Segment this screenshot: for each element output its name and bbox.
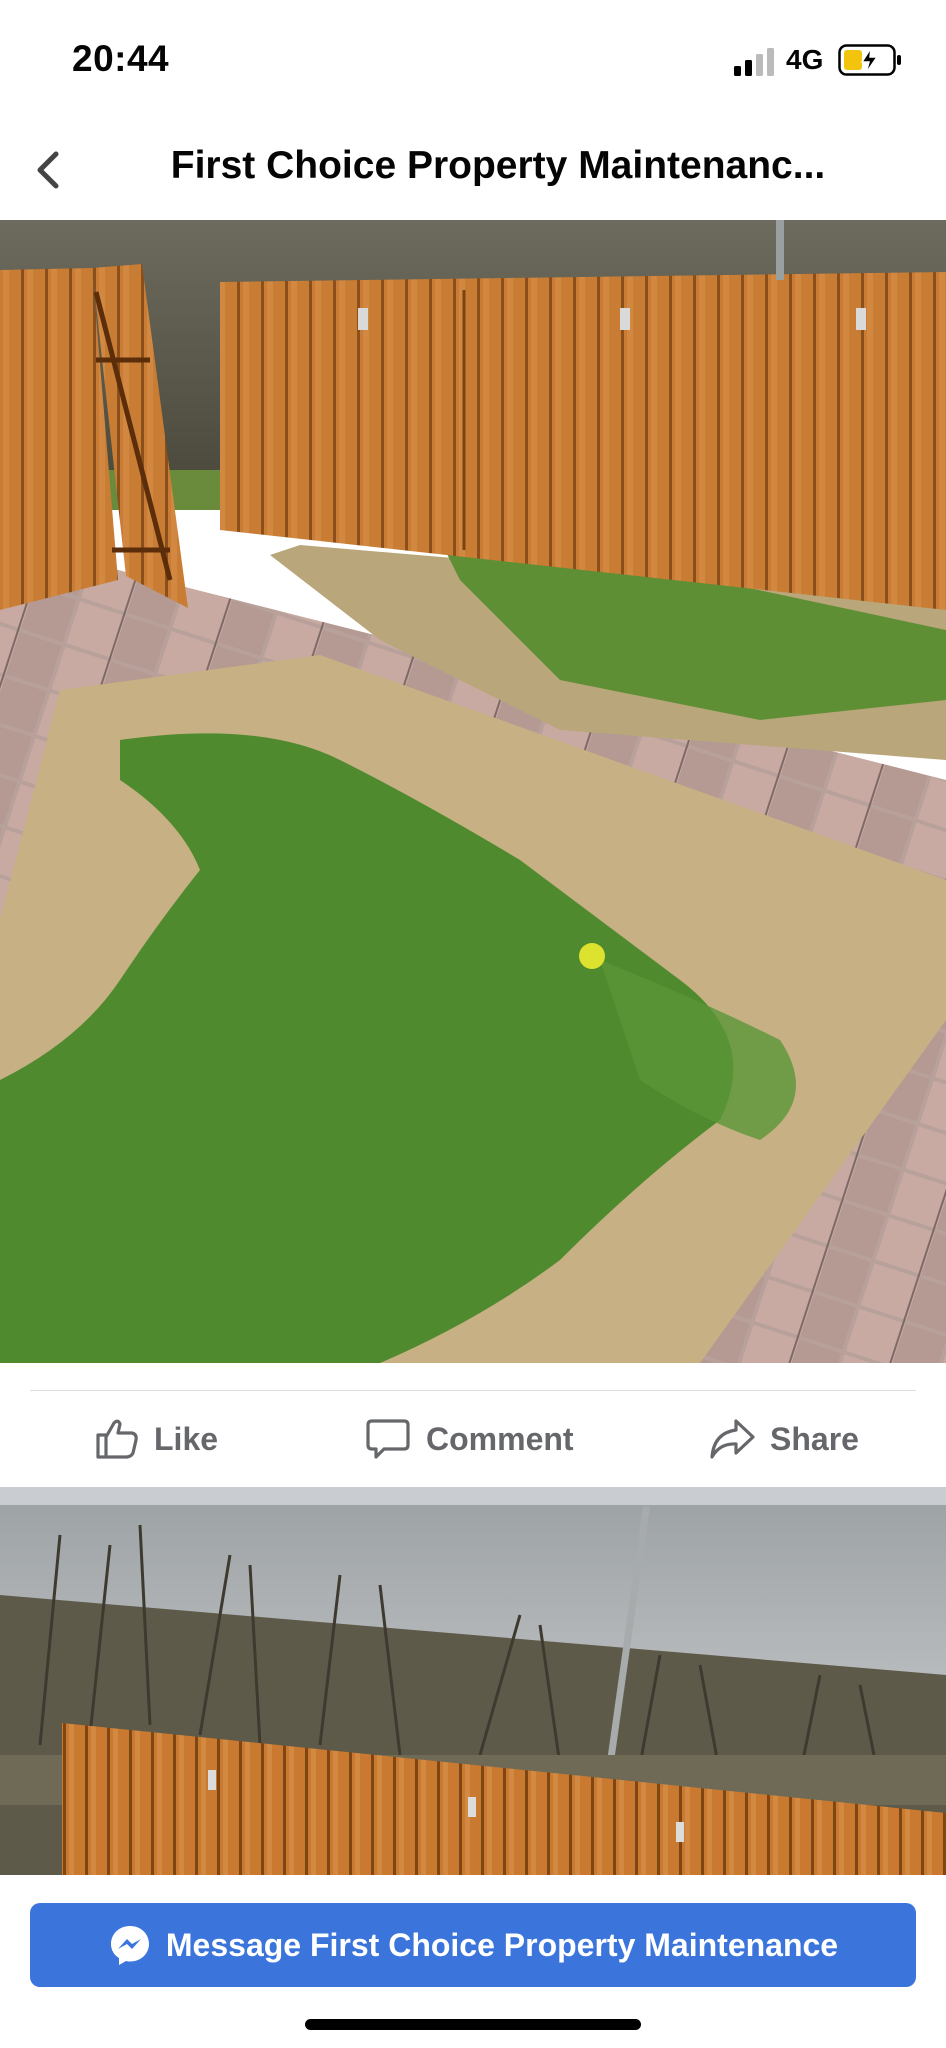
post-action-bar: Like Comment Share — [0, 1391, 946, 1487]
nav-bar: First Choice Property Maintenanc... — [0, 120, 946, 220]
comment-bubble-icon — [366, 1419, 410, 1459]
home-indicator[interactable] — [305, 2019, 641, 2030]
bottom-sheet: Message First Choice Property Maintenanc… — [0, 1875, 946, 2048]
comment-button[interactable]: Comment — [364, 1409, 574, 1469]
message-page-button[interactable]: Message First Choice Property Maintenanc… — [30, 1903, 916, 1987]
feed-separator — [0, 1487, 946, 1505]
comment-label: Comment — [426, 1420, 574, 1457]
like-thumb-icon — [96, 1419, 138, 1459]
post-photo-garden[interactable] — [0, 220, 946, 1363]
status-bar: 20:44 4G — [0, 0, 946, 120]
page-title: First Choice Property Maintenanc... — [170, 144, 826, 187]
like-label: Like — [154, 1420, 219, 1457]
battery-charging-icon — [838, 44, 901, 76]
back-chevron-icon[interactable] — [22, 142, 78, 198]
status-time: 20:44 — [72, 38, 170, 79]
messenger-icon — [110, 1926, 149, 1965]
like-button[interactable]: Like — [92, 1409, 218, 1469]
share-button[interactable]: Share — [708, 1409, 859, 1469]
network-type: 4G — [786, 44, 824, 75]
message-button-label: Message First Choice Property Maintenanc… — [165, 1926, 839, 1963]
share-arrow-icon — [710, 1419, 755, 1459]
share-label: Share — [770, 1420, 859, 1457]
post-photo-fence[interactable] — [0, 1505, 946, 1875]
signal-icon — [734, 48, 774, 76]
